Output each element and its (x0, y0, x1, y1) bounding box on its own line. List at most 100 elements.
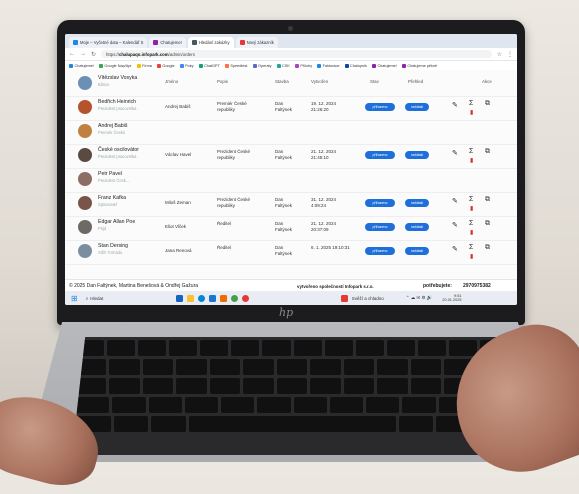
key[interactable] (209, 359, 241, 375)
key[interactable] (109, 359, 140, 375)
key[interactable] (402, 397, 436, 413)
key[interactable] (138, 340, 167, 356)
status-badge[interactable]: přiřazeno (365, 247, 395, 255)
key[interactable] (377, 359, 408, 375)
table-row[interactable]: Stan Dersing Střih Tornádo Jana Renová Ředi… (65, 240, 517, 265)
key[interactable] (257, 397, 291, 413)
user-name[interactable]: Edgar Allan Poe (98, 219, 135, 225)
key[interactable] (142, 359, 174, 375)
key[interactable] (200, 340, 229, 356)
user-name[interactable]: Stan Dersing (98, 243, 128, 249)
key[interactable] (276, 359, 308, 375)
user-name[interactable]: Bedřich Heinrich (98, 99, 136, 105)
delete-icon[interactable]: ▮ (470, 157, 473, 164)
key[interactable] (184, 397, 218, 413)
key[interactable] (343, 359, 375, 375)
tray-icons[interactable]: ⌃ ☁ ✉ ⚙ 🔊 (406, 295, 433, 301)
browser-tab[interactable]: Moje – Vyčetné data – Kalendář S (69, 37, 148, 48)
key[interactable] (107, 340, 136, 356)
back-arrow-icon[interactable]: ← (69, 51, 75, 57)
opera-icon[interactable] (241, 294, 249, 302)
browser-tab[interactable]: Nový zákazník (235, 37, 278, 48)
user-name[interactable]: Petr Pavel (98, 171, 122, 177)
delete-icon[interactable]: ▮ (470, 253, 473, 260)
user-name[interactable]: České oscilovátor (98, 147, 139, 153)
sum-icon[interactable]: Σ (469, 100, 473, 107)
bookmark-item[interactable]: Fakturace (317, 63, 340, 68)
avatar[interactable] (78, 196, 92, 210)
key[interactable] (417, 340, 446, 356)
copy-icon[interactable]: ⧉ (485, 196, 490, 204)
edit-icon[interactable]: ✎ (452, 221, 458, 229)
key[interactable] (109, 378, 140, 394)
edit-icon[interactable]: ✎ (452, 197, 458, 205)
key[interactable] (176, 359, 207, 375)
key[interactable] (243, 378, 274, 394)
bookmark-item[interactable]: Chatujeme pěkně (401, 63, 437, 68)
overview-button[interactable]: nahlásit (405, 223, 429, 231)
key[interactable] (76, 378, 107, 394)
browser-tab-active[interactable]: Hledání zakázky (187, 37, 234, 48)
copy-icon[interactable]: ⧉ (485, 244, 490, 252)
table-row[interactable]: Petr Pavel Prezident Česk... (65, 168, 517, 193)
key[interactable] (113, 416, 148, 432)
delete-icon[interactable]: ▮ (470, 229, 473, 236)
avatar[interactable] (78, 244, 92, 258)
status-badge[interactable]: přiřazeno (365, 103, 395, 111)
key[interactable] (262, 340, 291, 356)
sum-icon[interactable]: Σ (469, 244, 473, 251)
key[interactable] (151, 416, 186, 432)
key[interactable] (410, 359, 442, 375)
key[interactable] (324, 340, 353, 356)
bookmark-item[interactable]: Google (156, 63, 175, 68)
key[interactable] (293, 340, 322, 356)
key[interactable] (243, 359, 274, 375)
star-icon[interactable]: ☆ (497, 51, 502, 58)
outlook-icon[interactable] (208, 294, 216, 302)
taskview-icon[interactable] (175, 294, 183, 302)
overview-button[interactable]: nahlásit (405, 151, 429, 159)
key[interactable] (293, 397, 327, 413)
key[interactable] (355, 340, 384, 356)
bookmark-item[interactable]: Speedtest (224, 63, 248, 68)
key[interactable] (310, 378, 341, 394)
edge-browser-icon[interactable] (197, 294, 205, 302)
avatar[interactable] (78, 172, 92, 186)
key[interactable] (142, 378, 174, 394)
bookmark-item[interactable]: Operaty (252, 63, 272, 68)
key[interactable] (231, 340, 260, 356)
user-name[interactable]: Vítězslav Vosyka (98, 75, 137, 81)
spacebar-key[interactable] (188, 416, 396, 432)
key[interactable] (169, 340, 198, 356)
bookmark-item[interactable]: Chatujeme! (371, 63, 397, 68)
sum-icon[interactable]: Σ (469, 196, 473, 203)
table-row[interactable]: Andrej Babiš Premiér České (65, 120, 517, 145)
status-badge[interactable]: přiřazeno (365, 199, 395, 207)
forward-arrow-icon[interactable]: → (80, 51, 86, 57)
key[interactable] (76, 397, 110, 413)
table-row[interactable]: Vítězslav Vosyka Bůsce (65, 72, 517, 97)
bookmark-item[interactable]: ChatGPT (198, 63, 220, 68)
user-name[interactable]: Franz Kafka (98, 195, 126, 201)
copy-icon[interactable]: ⧉ (485, 220, 490, 228)
taskbar-search[interactable]: ⌕ Hledat (86, 296, 146, 301)
key[interactable] (398, 416, 433, 432)
sum-icon[interactable]: Σ (469, 148, 473, 155)
bookmark-item[interactable]: CSK (276, 63, 290, 68)
store-icon[interactable] (219, 294, 227, 302)
edit-icon[interactable]: ✎ (452, 149, 458, 157)
avatar[interactable] (78, 220, 92, 234)
file-explorer-icon[interactable] (186, 294, 194, 302)
key[interactable] (310, 359, 341, 375)
key[interactable] (148, 397, 182, 413)
table-row[interactable]: České oscilovátor Prezident pracovníka Vác… (65, 144, 517, 169)
key[interactable] (377, 378, 408, 394)
avatar[interactable] (78, 148, 92, 162)
key[interactable] (221, 397, 255, 413)
avatar[interactable] (78, 124, 92, 138)
key[interactable] (276, 378, 308, 394)
user-name[interactable]: Andrej Babiš (98, 123, 127, 129)
menu-dots-icon[interactable]: ⋮ (507, 51, 513, 58)
key[interactable] (386, 340, 415, 356)
key[interactable] (176, 378, 207, 394)
